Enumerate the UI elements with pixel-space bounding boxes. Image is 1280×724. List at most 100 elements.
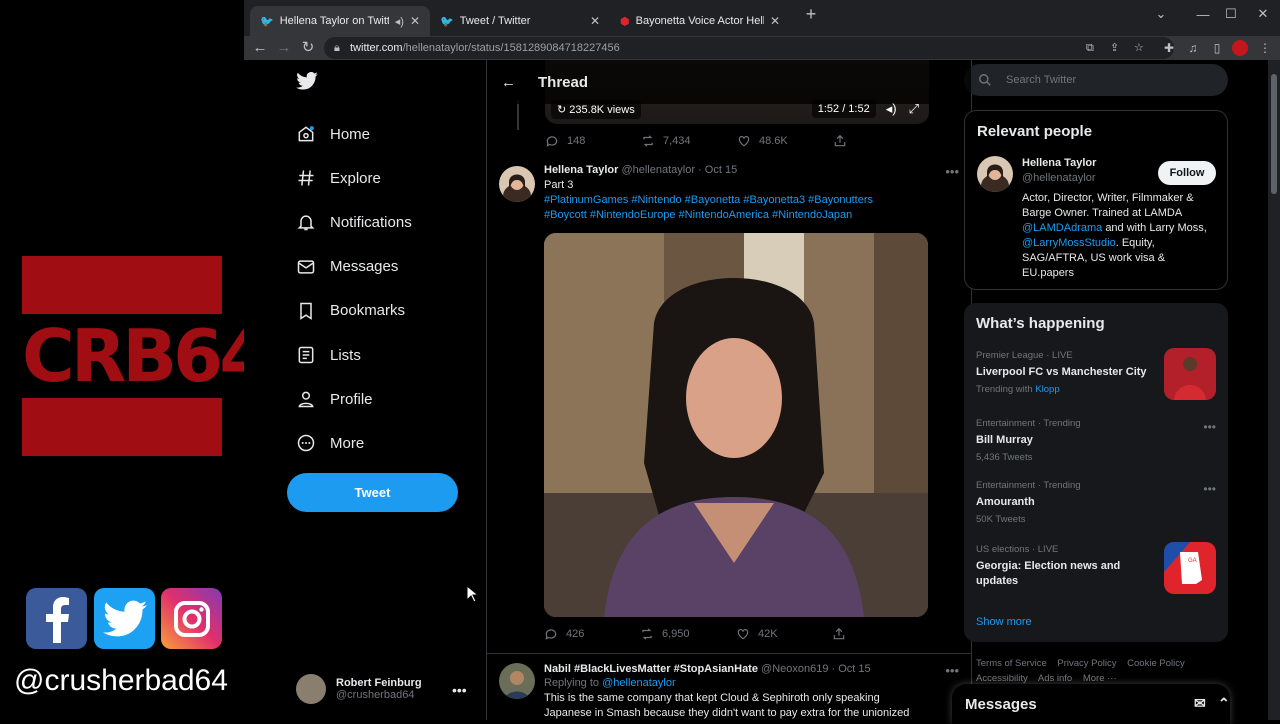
media-icon[interactable]: ♫ (1184, 39, 1202, 57)
like-button[interactable]: 42K (736, 627, 832, 641)
footer-link[interactable]: More ··· (1083, 673, 1117, 684)
nav-messages[interactable]: Messages (296, 245, 412, 289)
avatar[interactable] (499, 166, 535, 202)
footer-link[interactable]: Accessibility (976, 673, 1028, 684)
trend-item[interactable]: Entertainment · Trending Amouranth 50K T… (976, 480, 1216, 525)
url-path: /hellenataylor/status/158128908471822745… (402, 42, 620, 54)
tweet-date[interactable]: Oct 15 (838, 663, 870, 675)
author-handle[interactable]: @hellenataylor (621, 164, 695, 176)
trend-item[interactable]: US elections · LIVE Georgia: Election ne… (976, 542, 1216, 594)
more-dots-icon[interactable]: ••• (1203, 482, 1216, 496)
search-input[interactable]: Search Twitter (964, 64, 1228, 96)
maximize-icon[interactable]: ☐ (1214, 0, 1248, 28)
new-message-icon[interactable]: ✉ (1194, 695, 1206, 712)
back-icon[interactable]: ← (250, 38, 270, 58)
replying-handle[interactable]: @hellenataylor (602, 677, 676, 689)
show-more-link[interactable]: Show more (976, 616, 1032, 628)
lock-icon: 🔒︎ (334, 42, 340, 54)
scrollbar[interactable] (1268, 60, 1280, 720)
nav-notifications[interactable]: Notifications (296, 200, 412, 244)
account-switcher[interactable]: Robert Feinburg @crusherbad64 ••• (296, 674, 476, 704)
nav-lists[interactable]: Lists (296, 333, 412, 377)
fullscreen-icon[interactable]: ⤢ (909, 101, 919, 117)
reply-button[interactable]: 426 (544, 627, 640, 641)
volume-icon[interactable]: ◂) (886, 101, 897, 117)
nav-label: Lists (330, 346, 361, 364)
footer-link[interactable]: Ads info (1038, 673, 1072, 684)
reload-icon[interactable]: ↻ (298, 38, 318, 58)
envelope-icon (297, 260, 315, 274)
author-handle[interactable]: @Neoxon619 (761, 663, 828, 675)
bio-link[interactable]: @LarryMossStudio (1022, 237, 1116, 249)
speaker-icon[interactable]: ◂) (395, 15, 404, 28)
close-window-icon[interactable]: ✕ (1246, 0, 1280, 28)
collapse-up-icon[interactable]: ⌃ (1218, 695, 1230, 712)
avatar[interactable] (499, 663, 535, 699)
tweet-video[interactable] (544, 233, 928, 617)
tab-bayonetta[interactable]: ⬢ Bayonetta Voice Actor Hellena Ta ✕ (610, 6, 790, 36)
author-name[interactable]: Nabil #BlackLivesMatter #StopAsianHate (544, 663, 758, 675)
sidepanel-icon[interactable]: ▯ (1208, 39, 1226, 57)
tweet-header: Nabil #BlackLivesMatter #StopAsianHate @… (544, 663, 871, 675)
install-icon[interactable]: ⧉ (1086, 37, 1094, 59)
close-tab-icon[interactable]: ✕ (770, 14, 780, 28)
footer-link[interactable]: Privacy Policy (1057, 658, 1116, 669)
mouse-cursor-icon (466, 584, 480, 608)
url-input[interactable]: 🔒︎ twitter.com/hellenataylor/status/1581… (324, 37, 1174, 59)
back-arrow-icon[interactable]: ← (501, 74, 516, 91)
hashtags[interactable]: #Boycott #NintendoEurope #NintendoAmeric… (544, 208, 928, 223)
share-icon[interactable]: ⇪ (1110, 37, 1119, 59)
trend-item[interactable]: Entertainment · Trending Bill Murray 5,4… (976, 418, 1216, 463)
more-dots-icon[interactable]: ••• (945, 663, 959, 678)
more-dots-icon[interactable]: ••• (1203, 420, 1216, 434)
bio-link[interactable]: @LAMDAdrama (1022, 222, 1102, 234)
trend-item[interactable]: Premier League · LIVE Liverpool FC vs Ma… (976, 348, 1216, 400)
menu-icon[interactable]: ⋮ (1256, 39, 1274, 57)
nav-home[interactable]: Home (296, 112, 412, 156)
retweet-icon (642, 628, 652, 640)
close-tab-icon[interactable]: ✕ (410, 14, 420, 28)
reply-button[interactable]: 148 (545, 134, 641, 148)
extensions-icon[interactable]: ✚ (1160, 39, 1178, 57)
person-name[interactable]: Hellena Taylor (1022, 157, 1096, 169)
nav-bookmarks[interactable]: Bookmarks (296, 289, 412, 333)
nav-explore[interactable]: Explore (296, 156, 412, 200)
avatar[interactable] (977, 156, 1013, 192)
footer-link[interactable]: Terms of Service (976, 658, 1047, 669)
star-icon[interactable]: ☆ (1134, 37, 1144, 59)
twitter-logo-icon[interactable] (296, 71, 318, 95)
footer-link[interactable]: Cookie Policy (1127, 658, 1185, 669)
address-bar-row: ← → ↻ 🔒︎ twitter.com/hellenataylor/statu… (244, 36, 1280, 60)
hashtags[interactable]: #PlatinumGames #Nintendo #Bayonetta #Bay… (544, 193, 928, 208)
thread-line (517, 100, 519, 130)
tweet-button[interactable]: Tweet (287, 473, 458, 512)
retweet-button[interactable]: 6,950 (640, 627, 736, 641)
author-name[interactable]: Hellena Taylor (544, 164, 618, 176)
tab-tweet[interactable]: 🐦 Tweet / Twitter ✕ (430, 6, 610, 36)
person-handle[interactable]: @hellenataylor (1022, 172, 1096, 184)
profile-avatar-icon[interactable] (1232, 40, 1248, 56)
nav-profile[interactable]: Profile (296, 377, 412, 421)
close-tab-icon[interactable]: ✕ (590, 14, 600, 28)
replay-icon[interactable]: ↻ (557, 104, 566, 116)
trend-title: Bill Murray (976, 434, 1033, 446)
tab-search-icon[interactable]: ⌄ (1144, 0, 1178, 28)
forward-icon[interactable]: → (274, 38, 294, 58)
tweet-date[interactable]: Oct 15 (705, 164, 737, 176)
share-button[interactable] (832, 627, 928, 641)
tab-hellena-twitter[interactable]: 🐦 Hellena Taylor on Twitter: "Fr... ◂) ✕ (250, 6, 430, 36)
more-dots-icon[interactable]: ••• (945, 164, 959, 179)
share-button[interactable] (833, 134, 929, 148)
more-dots-icon[interactable]: ••• (452, 682, 467, 698)
new-tab-icon[interactable]: + (794, 0, 828, 28)
nav-label: Bookmarks (330, 302, 406, 320)
messages-drawer[interactable]: Messages ✉ ⌃ (952, 684, 1230, 724)
nav-more[interactable]: More (296, 421, 412, 465)
tweet-text: Part 3 #PlatinumGames #Nintendo #Bayonet… (544, 178, 928, 223)
scrollbar-thumb[interactable] (1271, 74, 1277, 194)
twitter-bird-icon (94, 588, 155, 649)
trend-link[interactable]: Klopp (1035, 384, 1059, 395)
retweet-button[interactable]: 7,434 (641, 134, 737, 148)
like-button[interactable]: 48.6K (737, 134, 833, 148)
follow-button[interactable]: Follow (1158, 161, 1216, 185)
